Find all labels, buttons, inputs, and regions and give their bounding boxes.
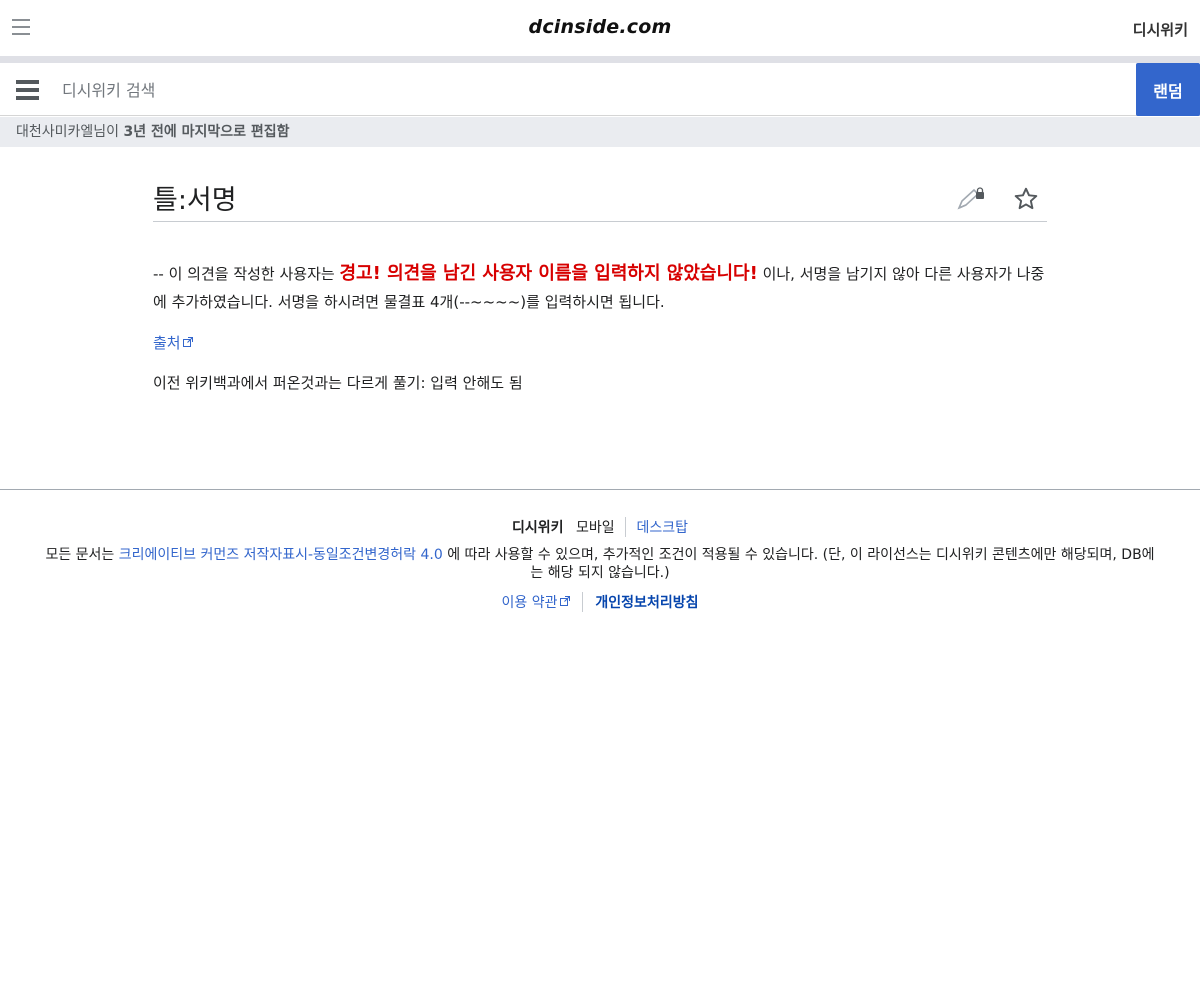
desktop-view-link[interactable]: 데스크탑 <box>637 520 689 536</box>
heading-row: 틀:서명 <box>153 148 1047 222</box>
page-title: 틀:서명 <box>153 185 237 216</box>
watch-star-icon[interactable] <box>1013 186 1039 212</box>
warning-text: 경고! 의견을 남긴 사용자 이름을 입력하지 않았습니다! <box>339 263 758 284</box>
search-input[interactable] <box>52 73 1122 107</box>
mobile-view-label: 모바일 <box>575 520 615 536</box>
random-button[interactable]: 랜덤 <box>1136 63 1200 116</box>
privacy-policy-link[interactable]: 개인정보처리방침 <box>595 595 698 611</box>
footer-view-switch: 디시위키 모바일 데스크탑 <box>0 516 1200 540</box>
last-edit-user: 대천사미카엘님이 <box>16 124 120 140</box>
footer-divider <box>0 489 1200 490</box>
signature-description: -- 이 의견을 작성한 사용자는 경고! 의견을 남긴 사용자 이름을 입력하… <box>153 260 1047 316</box>
main-content: 틀:서명 -- 이 의견을 작성한 사용자는 경고! 의견을 남긴 사용자 이름… <box>153 148 1047 397</box>
footer-brand: 디시위키 <box>511 520 564 536</box>
header-divider <box>0 56 1200 63</box>
wiki-home-link[interactable]: 디시위키 <box>1133 19 1188 40</box>
license-prefix: 모든 문서는 <box>45 547 119 563</box>
search-bar: 랜덤 <box>0 63 1200 116</box>
source-link[interactable]: 출처 <box>153 334 193 352</box>
license-link[interactable]: 크리에이티브 커먼즈 저작자표시-동일조건변경허락 4.0 <box>119 547 443 563</box>
locked-edit-icon[interactable] <box>955 186 985 212</box>
footer-links: 이용 약관 개인정보처리방침 <box>0 590 1200 615</box>
footer-separator <box>625 517 627 537</box>
site-logo-wrap: dcinside.com <box>0 16 1200 38</box>
last-edit-time: 3년 전에 마지막으로 편집함 <box>123 124 290 140</box>
para1-prefix: -- 이 의견을 작성한 사용자는 <box>153 265 340 283</box>
usage-note: 이전 위키백과에서 퍼온것과는 다르게 풀기: 입력 안해도 됨 <box>153 374 523 392</box>
terms-link[interactable]: 이용 약관 <box>502 595 570 611</box>
footer: 디시위키 모바일 데스크탑 모든 문서는 크리에이티브 커먼즈 저작자표시-동일… <box>0 516 1200 615</box>
top-header: dcinside.com 디시위키 <box>0 0 1200 56</box>
source-paragraph: 출처 <box>153 328 1047 357</box>
hamburger-icon[interactable] <box>16 80 39 100</box>
external-link-icon <box>182 328 193 347</box>
external-link-icon <box>559 590 570 606</box>
source-link-label: 출처 <box>153 334 181 352</box>
last-edited-notice[interactable]: 대천사미카엘님이 3년 전에 마지막으로 편집함 <box>0 117 1200 147</box>
terms-label: 이용 약관 <box>501 595 558 611</box>
menu-icon[interactable] <box>12 19 30 35</box>
site-logo[interactable]: dcinside.com <box>529 16 672 38</box>
license-notice: 모든 문서는 크리에이티브 커먼즈 저작자표시-동일조건변경허락 4.0 에 따… <box>45 546 1155 582</box>
license-suffix: 에 따라 사용할 수 있으며, 추가적인 조건이 적용될 수 있습니다. (단,… <box>442 547 1155 581</box>
footer-separator <box>581 592 583 612</box>
